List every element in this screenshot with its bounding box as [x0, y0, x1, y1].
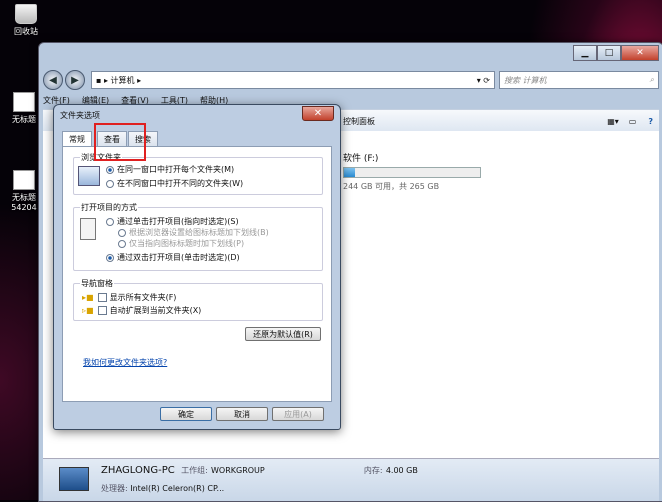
pc-info-row: ZHAGLONG-PC 工作组: WORKGROUP 内存: 4.00 GB	[101, 465, 418, 476]
workgroup-value: WORKGROUP	[210, 466, 265, 475]
drive-usage-bar	[343, 167, 481, 178]
search-icon[interactable]: ⌕	[650, 75, 654, 85]
address-bar[interactable]: ▪ ▸ 计算机 ▸ ▾ ⟳	[91, 71, 495, 89]
search-input[interactable]: 搜索 计算机 ⌕	[499, 71, 659, 89]
pc-name: ZHAGLONG-PC	[101, 465, 175, 476]
browse-option-same-window[interactable]: 在同一窗口中打开每个文件夹(M)	[106, 164, 234, 175]
memory-value: 4.00 GB	[385, 466, 418, 475]
underline-option-1-label: 根据浏览器设置给图标标题加下划线(B)	[129, 228, 269, 237]
restore-defaults-button[interactable]: 还原为默认值(R)	[245, 327, 321, 341]
folder-icon: ▸■	[82, 293, 94, 302]
computer-icon: ▪ ▸	[96, 75, 111, 85]
help-icon[interactable]: ?	[648, 117, 653, 126]
tab-panel-general: 浏览文件夹 在同一窗口中打开每个文件夹(M) 在不同窗口中打开不同的文件夹(W)…	[62, 146, 332, 402]
cancel-button[interactable]: 取消	[216, 407, 268, 421]
click-group-title: 打开项目的方式	[80, 202, 138, 213]
apply-button[interactable]: 应用(A)	[272, 407, 324, 421]
auto-expand-option[interactable]: ▹■ 自动扩展到当前文件夹(X)	[82, 305, 201, 316]
window-controls: ▁ □ ✕	[573, 45, 659, 61]
click-option-single[interactable]: 通过单击打开项目(指向时选定)(S)	[106, 216, 239, 227]
radio-selected-icon[interactable]	[106, 253, 114, 262]
cpu-value: Intel(R) Celeron(R) CP...	[130, 484, 225, 493]
view-options-icon[interactable]: ▦▾	[607, 117, 619, 126]
desktop-icon-recycle-bin[interactable]: 回收站	[2, 4, 50, 37]
tab-general[interactable]: 常规	[62, 131, 92, 147]
ok-button[interactable]: 确定	[160, 407, 212, 421]
highlight-box	[94, 123, 146, 161]
navigation-bar: ◀ ▶ ▪ ▸ 计算机 ▸ ▾ ⟳ 搜索 计算机 ⌕	[43, 69, 659, 91]
address-chevron-icon: ▸	[134, 75, 142, 85]
radio-selected-icon[interactable]	[106, 165, 114, 174]
forward-icon[interactable]: ▶	[65, 70, 85, 90]
close-button[interactable]: ✕	[621, 45, 659, 61]
radio-icon[interactable]	[106, 179, 114, 188]
browse-option-2-label: 在不同窗口中打开不同的文件夹(W)	[117, 179, 244, 188]
control-panel-button[interactable]: 控制面板	[343, 116, 375, 127]
recycle-bin-icon	[15, 4, 37, 24]
radio-disabled-icon	[118, 239, 126, 248]
click-option-1-label: 通过单击打开项目(指向时选定)(S)	[117, 217, 239, 226]
cpu-label: 处理器:	[101, 484, 128, 493]
workgroup-label: 工作组:	[181, 466, 208, 475]
checkbox-icon[interactable]	[97, 306, 107, 315]
drive-item[interactable]: 软件 (F:) 244 GB 可用，共 265 GB	[307, 151, 481, 192]
refresh-icon[interactable]: ⟳	[481, 76, 490, 85]
document-icon	[13, 92, 35, 112]
maximize-button[interactable]: □	[597, 45, 621, 61]
dialog-title: 文件夹选项	[60, 111, 100, 120]
navigation-pane-group: 导航窗格 ▸■ 显示所有文件夹(F) ▹■ 自动扩展到当前文件夹(X)	[73, 278, 323, 321]
folder-window-icon	[78, 166, 100, 186]
click-option-double[interactable]: 通过双击打开项目(单击时选定)(D)	[106, 252, 240, 263]
underline-option-2-label: 仅当指向图标标题时加下划线(P)	[129, 239, 245, 248]
search-placeholder: 搜索 计算机	[504, 75, 547, 85]
address-text: 计算机	[110, 75, 135, 85]
folder-icon: ▹■	[82, 306, 94, 315]
preview-pane-icon[interactable]: ▭	[629, 117, 637, 126]
drive-usage-fill	[344, 168, 355, 177]
click-option-2-label: 通过双击打开项目(单击时选定)(D)	[117, 253, 240, 262]
underline-option-browser: 根据浏览器设置给图标标题加下划线(B)	[118, 227, 269, 238]
click-items-group: 打开项目的方式 通过单击打开项目(指向时选定)(S) 根据浏览器设置给图标标题加…	[73, 202, 323, 271]
auto-expand-label: 自动扩展到当前文件夹(X)	[109, 306, 202, 315]
show-all-folders-option[interactable]: ▸■ 显示所有文件夹(F)	[82, 292, 176, 303]
back-icon[interactable]: ◀	[43, 70, 63, 90]
browse-option-new-window[interactable]: 在不同窗口中打开不同的文件夹(W)	[106, 178, 243, 189]
memory-label: 内存:	[363, 466, 383, 475]
radio-icon[interactable]	[106, 217, 114, 226]
drive-label: 软件 (F:)	[343, 154, 379, 164]
underline-option-hover: 仅当指向图标标题时加下划线(P)	[118, 238, 244, 249]
show-all-folders-label: 显示所有文件夹(F)	[109, 293, 177, 302]
dialog-close-button[interactable]: ✕	[302, 106, 334, 121]
browse-folders-group: 浏览文件夹 在同一窗口中打开每个文件夹(M) 在不同窗口中打开不同的文件夹(W)	[73, 152, 323, 195]
minimize-button[interactable]: ▁	[573, 45, 597, 61]
cpu-row: 处理器: Intel(R) Celeron(R) CP...	[101, 483, 224, 494]
computer-icon	[59, 467, 89, 491]
details-pane: ZHAGLONG-PC 工作组: WORKGROUP 内存: 4.00 GB 处…	[43, 458, 659, 501]
drive-capacity: 244 GB 可用，共 265 GB	[343, 182, 440, 191]
pointer-document-icon	[80, 218, 96, 240]
document-icon	[13, 170, 35, 190]
desktop-icon-label: 回收站	[14, 27, 38, 36]
browse-option-1-label: 在同一窗口中打开每个文件夹(M)	[117, 165, 235, 174]
radio-disabled-icon	[118, 228, 126, 237]
help-link[interactable]: 我如何更改文件夹选项?	[83, 357, 167, 368]
checkbox-icon[interactable]	[97, 293, 107, 302]
nav-group-title: 导航窗格	[80, 278, 114, 289]
